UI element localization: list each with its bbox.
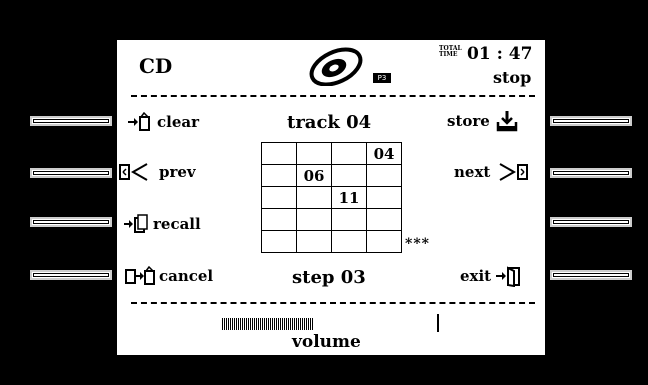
source-label: CD xyxy=(139,54,173,78)
program-grid-row xyxy=(261,208,402,231)
program-grid-cell xyxy=(366,208,402,231)
recall-menu-item[interactable]: recall xyxy=(123,214,201,234)
program-grid-cell xyxy=(261,164,297,187)
program-grid: 04 06 11 xyxy=(261,142,402,253)
program-grid-cell xyxy=(296,142,332,165)
volume-bar[interactable] xyxy=(222,318,313,330)
arrow-to-device-icon xyxy=(127,112,153,132)
cancel-icon xyxy=(125,266,157,286)
track-label: track 04 xyxy=(287,112,372,133)
program-grid-row: 11 xyxy=(261,186,402,209)
volume-label: volume xyxy=(292,332,361,352)
left-button-3[interactable] xyxy=(30,217,112,227)
cancel-menu-item[interactable]: cancel xyxy=(125,266,213,286)
program-grid-cell xyxy=(366,186,402,209)
more-indicator: *** xyxy=(405,236,430,252)
clear-menu-item[interactable]: clear xyxy=(127,112,199,132)
program-grid-row: 04 xyxy=(261,142,402,165)
program-grid-cell xyxy=(366,164,402,187)
program-grid-cell xyxy=(261,186,297,209)
status-label: stop xyxy=(493,68,532,87)
left-button-1[interactable] xyxy=(30,116,112,126)
program-grid-cell xyxy=(261,230,297,253)
program-grid-row xyxy=(261,230,402,253)
program-grid-cell xyxy=(296,230,332,253)
program-grid-cell: 04 xyxy=(366,142,402,165)
exit-label: exit xyxy=(460,267,492,285)
step-label: step 03 xyxy=(292,267,366,288)
volume-max-tick xyxy=(437,314,439,332)
clear-label: clear xyxy=(157,113,199,131)
program-grid-cell xyxy=(331,230,367,253)
store-label: store xyxy=(447,112,490,130)
program-grid-cell xyxy=(331,142,367,165)
store-icon xyxy=(496,110,518,132)
next-menu-item[interactable]: next xyxy=(454,162,530,182)
next-label: next xyxy=(454,163,491,181)
bottom-divider xyxy=(131,302,535,304)
total-time-label: TOTAL TIME xyxy=(439,45,462,58)
program-grid-cell xyxy=(296,208,332,231)
program-grid-cell xyxy=(366,230,402,253)
exit-menu-item[interactable]: exit xyxy=(460,265,523,287)
recall-icon xyxy=(123,214,149,234)
right-button-4[interactable] xyxy=(550,270,632,280)
program-badge: P3 xyxy=(373,73,391,83)
prev-menu-item[interactable]: prev xyxy=(119,162,196,182)
cd-disc-icon xyxy=(307,46,365,86)
exit-icon xyxy=(495,265,523,287)
program-grid-cell: 11 xyxy=(331,186,367,209)
right-button-3[interactable] xyxy=(550,217,632,227)
cancel-label: cancel xyxy=(159,267,214,285)
left-button-4[interactable] xyxy=(30,270,112,280)
program-grid-cell xyxy=(296,186,332,209)
program-grid-cell xyxy=(261,142,297,165)
program-grid-cell xyxy=(331,164,367,187)
time-display: 01 : 47 xyxy=(467,44,533,64)
program-grid-row: 06 xyxy=(261,164,402,187)
prev-label: prev xyxy=(159,163,196,181)
program-grid-cell xyxy=(331,208,367,231)
recall-label: recall xyxy=(153,215,201,233)
next-icon xyxy=(496,162,530,182)
right-button-2[interactable] xyxy=(550,168,632,178)
store-menu-item[interactable]: store xyxy=(447,110,518,132)
prev-icon xyxy=(119,162,153,182)
program-grid-cell: 06 xyxy=(296,164,332,187)
top-divider xyxy=(131,95,535,97)
left-button-2[interactable] xyxy=(30,168,112,178)
program-grid-cell xyxy=(261,208,297,231)
right-button-1[interactable] xyxy=(550,116,632,126)
cd-screen: CD P3 TOTAL TIME 01 : 47 stop clear prev… xyxy=(117,40,545,355)
